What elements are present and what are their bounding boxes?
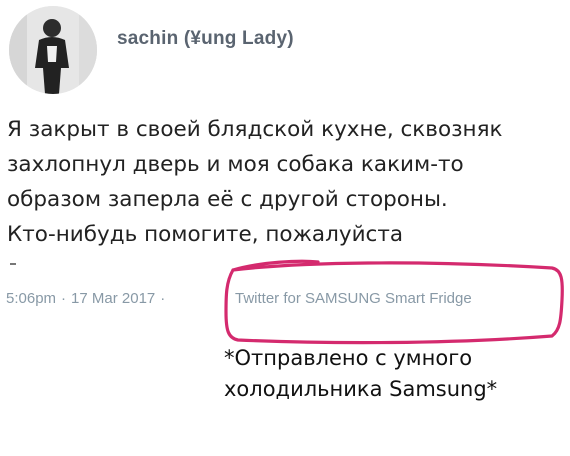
avatar[interactable] [9,6,97,94]
tweet-meta: 5:06pm · 17 Mar 2017 · [6,290,170,307]
meta-separator: · [61,290,67,307]
meta-separator: · [160,290,166,307]
tweet-text-line: образом заперла её с другой стороны. [7,187,448,212]
author-display-name[interactable]: sachin (¥ung Lady) [117,28,294,50]
tweet-time[interactable]: 5:06pm [6,290,56,307]
caption: *Отправлено с умного холодильника Samsun… [224,343,497,405]
avatar-photo [9,6,97,94]
divider-fragment [10,263,16,265]
caption-line: холодильника Samsung* [224,377,498,401]
tweet-text-line: Я закрыт в своей блядской кухне, сквозня… [7,117,503,142]
tweet-source[interactable]: Twitter for SAMSUNG Smart Fridge [235,290,472,307]
caption-line: *Отправлено с умного [224,346,473,370]
tweet-text: Я закрыт в своей блядской кухне, сквозня… [7,112,563,252]
tweet-text-line: Кто-нибудь помогите, пожалуйста [7,222,404,247]
tweet-date[interactable]: 17 Mar 2017 [71,290,155,307]
tweet-text-line: захлопнул дверь и моя собака каким-то [7,152,464,177]
